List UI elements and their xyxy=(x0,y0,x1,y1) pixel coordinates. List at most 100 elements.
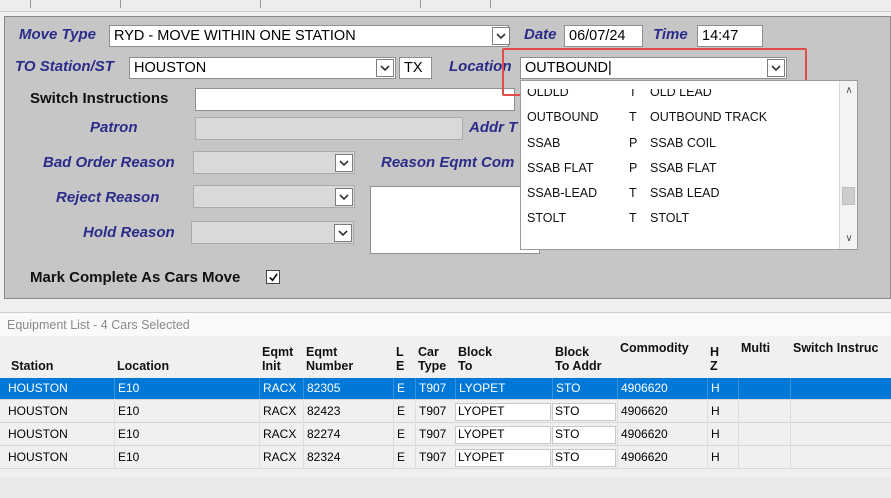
dropdown-item[interactable]: SSAB FLAT P SSAB FLAT xyxy=(527,159,837,177)
hold-reason-label: Hold Reason xyxy=(83,224,175,241)
table-row[interactable]: HOUSTON E10 RACX 82305 E T907 LYOPET STO… xyxy=(0,378,891,400)
chevron-down-icon[interactable]: ∨ xyxy=(843,233,855,245)
state-field[interactable]: TX xyxy=(399,57,432,79)
dropdown-item[interactable]: STOLT T STOLT xyxy=(527,209,837,227)
cell-switch-instructions[interactable] xyxy=(790,424,891,445)
mark-complete-checkbox[interactable] xyxy=(266,270,280,284)
cell-commodity: 4906620 xyxy=(617,424,707,445)
time-field[interactable]: 14:47 xyxy=(697,25,763,47)
hold-reason-dropdown-button[interactable] xyxy=(334,224,352,242)
dropdown-item-desc: OUTBOUND TRACK xyxy=(650,110,768,124)
cell-eqmt-init: RACX xyxy=(259,378,303,399)
cell-block-to[interactable]: LYOPET xyxy=(455,401,552,422)
to-station-dropdown-button[interactable] xyxy=(376,59,394,77)
col-header-block-to[interactable]: Block To xyxy=(455,337,551,377)
chevron-up-icon[interactable]: ∧ xyxy=(843,85,855,97)
col-header-car-type[interactable]: Car Type xyxy=(415,337,455,377)
dropdown-item-code: STOLT xyxy=(527,211,567,225)
dropdown-item[interactable]: SSAB-LEAD T SSAB LEAD xyxy=(527,184,837,202)
cell-multi xyxy=(738,424,790,445)
cell-multi xyxy=(738,447,790,468)
location-input[interactable]: OUTBOUND| xyxy=(520,57,787,79)
scrollbar-thumb[interactable] xyxy=(842,187,855,205)
col-header-eqmt-number[interactable]: Eqmt Number xyxy=(303,337,387,377)
col-header-block-to-addr-line2: To Addr xyxy=(555,359,602,373)
cell-switch-instructions[interactable] xyxy=(790,447,891,468)
time-label: Time xyxy=(653,26,688,43)
cell-multi xyxy=(738,378,790,399)
to-station-select[interactable]: HOUSTON xyxy=(129,57,396,79)
col-header-car-type-line2: Type xyxy=(418,359,447,373)
dropdown-item-code: OLDLD xyxy=(527,85,569,99)
cell-location: E10 xyxy=(114,378,259,399)
cell-location: E10 xyxy=(114,424,259,445)
dropdown-item-desc: OLD LEAD xyxy=(650,85,712,99)
reject-reason-label: Reject Reason xyxy=(56,189,160,206)
col-header-commodity[interactable]: Commodity xyxy=(617,337,707,377)
grid-empty-area xyxy=(0,478,891,498)
col-header-station[interactable]: Station xyxy=(8,337,108,377)
bad-order-dropdown-button[interactable] xyxy=(335,154,353,172)
col-header-le[interactable]: L E xyxy=(393,337,415,377)
cell-eqmt-init: RACX xyxy=(259,424,303,445)
cell-block-to-addr[interactable]: STO xyxy=(552,447,617,468)
dropdown-item[interactable]: SSAB P SSAB COIL xyxy=(527,134,837,152)
location-dropdown-list[interactable]: OLDLD T OLD LEAD OUTBOUND T OUTBOUND TRA… xyxy=(520,80,858,250)
col-header-block-to-addr[interactable]: Block To Addr xyxy=(552,337,616,377)
cell-block-to-addr[interactable]: STO xyxy=(552,401,617,422)
cell-multi xyxy=(738,401,790,422)
date-label: Date xyxy=(524,26,557,43)
move-type-select[interactable]: RYD - MOVE WITHIN ONE STATION xyxy=(109,25,509,47)
dropdown-item[interactable]: OLDLD T OLD LEAD xyxy=(527,85,837,101)
cell-block-to[interactable]: LYOPET xyxy=(455,424,552,445)
cell-eqmt-init: RACX xyxy=(259,447,303,468)
checkmark-icon xyxy=(268,272,278,282)
hold-reason-select xyxy=(191,221,354,244)
chevron-down-icon xyxy=(771,64,781,71)
cell-location: E10 xyxy=(114,447,259,468)
col-header-eqmt-init-line1: Eqmt xyxy=(262,345,294,359)
chevron-down-icon xyxy=(496,32,506,39)
chevron-down-icon xyxy=(339,193,349,200)
col-header-block-to-line2: To xyxy=(458,359,473,373)
dropdown-item[interactable]: OUTBOUND T OUTBOUND TRACK xyxy=(527,108,837,126)
col-header-location[interactable]: Location xyxy=(114,337,254,377)
col-header-multi[interactable]: Multi xyxy=(738,337,788,377)
cell-block-to-addr[interactable]: STO xyxy=(552,378,617,399)
cell-block-to-addr[interactable]: STO xyxy=(552,424,617,445)
switch-instructions-field[interactable] xyxy=(195,88,515,111)
cell-block-to[interactable]: LYOPET xyxy=(455,378,552,399)
toolbar-divider xyxy=(260,0,261,8)
col-header-eqmt-init[interactable]: Eqmt Init xyxy=(259,337,305,377)
toolbar-divider xyxy=(490,0,491,8)
cell-switch-instructions[interactable] xyxy=(790,401,891,422)
cell-switch-instructions[interactable] xyxy=(790,378,891,399)
cell-station: HOUSTON xyxy=(8,450,68,464)
col-header-switch-instructions[interactable]: Switch Instruc xyxy=(790,337,891,377)
table-row[interactable]: HOUSTON E10 RACX 82324 E T907 LYOPET STO… xyxy=(0,447,891,469)
cell-block-to[interactable]: LYOPET xyxy=(455,447,552,468)
cell-le: E xyxy=(393,447,415,468)
chevron-down-icon xyxy=(380,64,390,71)
table-row[interactable]: HOUSTON E10 RACX 82423 E T907 LYOPET STO… xyxy=(0,401,891,423)
col-header-eqmt-number-line1: Eqmt xyxy=(306,345,338,359)
move-type-dropdown-button[interactable] xyxy=(492,27,510,45)
toolbar-divider xyxy=(120,0,121,8)
cell-car-type: T907 xyxy=(415,401,455,422)
cell-eqmt-number: 82274 xyxy=(303,424,393,445)
reason-comment-textarea[interactable] xyxy=(370,186,540,254)
table-row[interactable]: HOUSTON E10 RACX 82274 E T907 LYOPET STO… xyxy=(0,424,891,446)
col-header-hz[interactable]: H Z xyxy=(707,337,735,377)
dropdown-item-desc: STOLT xyxy=(650,211,690,225)
dropdown-scrollbar[interactable]: ∧ ∨ xyxy=(839,81,857,249)
reject-reason-dropdown-button[interactable] xyxy=(335,188,353,206)
cell-commodity: 4906620 xyxy=(617,378,707,399)
date-field[interactable]: 06/07/24 xyxy=(564,25,643,47)
to-station-label: TO Station/ST xyxy=(15,58,114,75)
location-dropdown-button[interactable] xyxy=(767,59,785,77)
dropdown-item-type: T xyxy=(629,211,637,225)
cell-hz: H xyxy=(707,424,738,445)
chevron-down-icon xyxy=(338,229,348,236)
col-header-block-to-line1: Block xyxy=(458,345,493,359)
mark-complete-label: Mark Complete As Cars Move xyxy=(30,269,241,286)
